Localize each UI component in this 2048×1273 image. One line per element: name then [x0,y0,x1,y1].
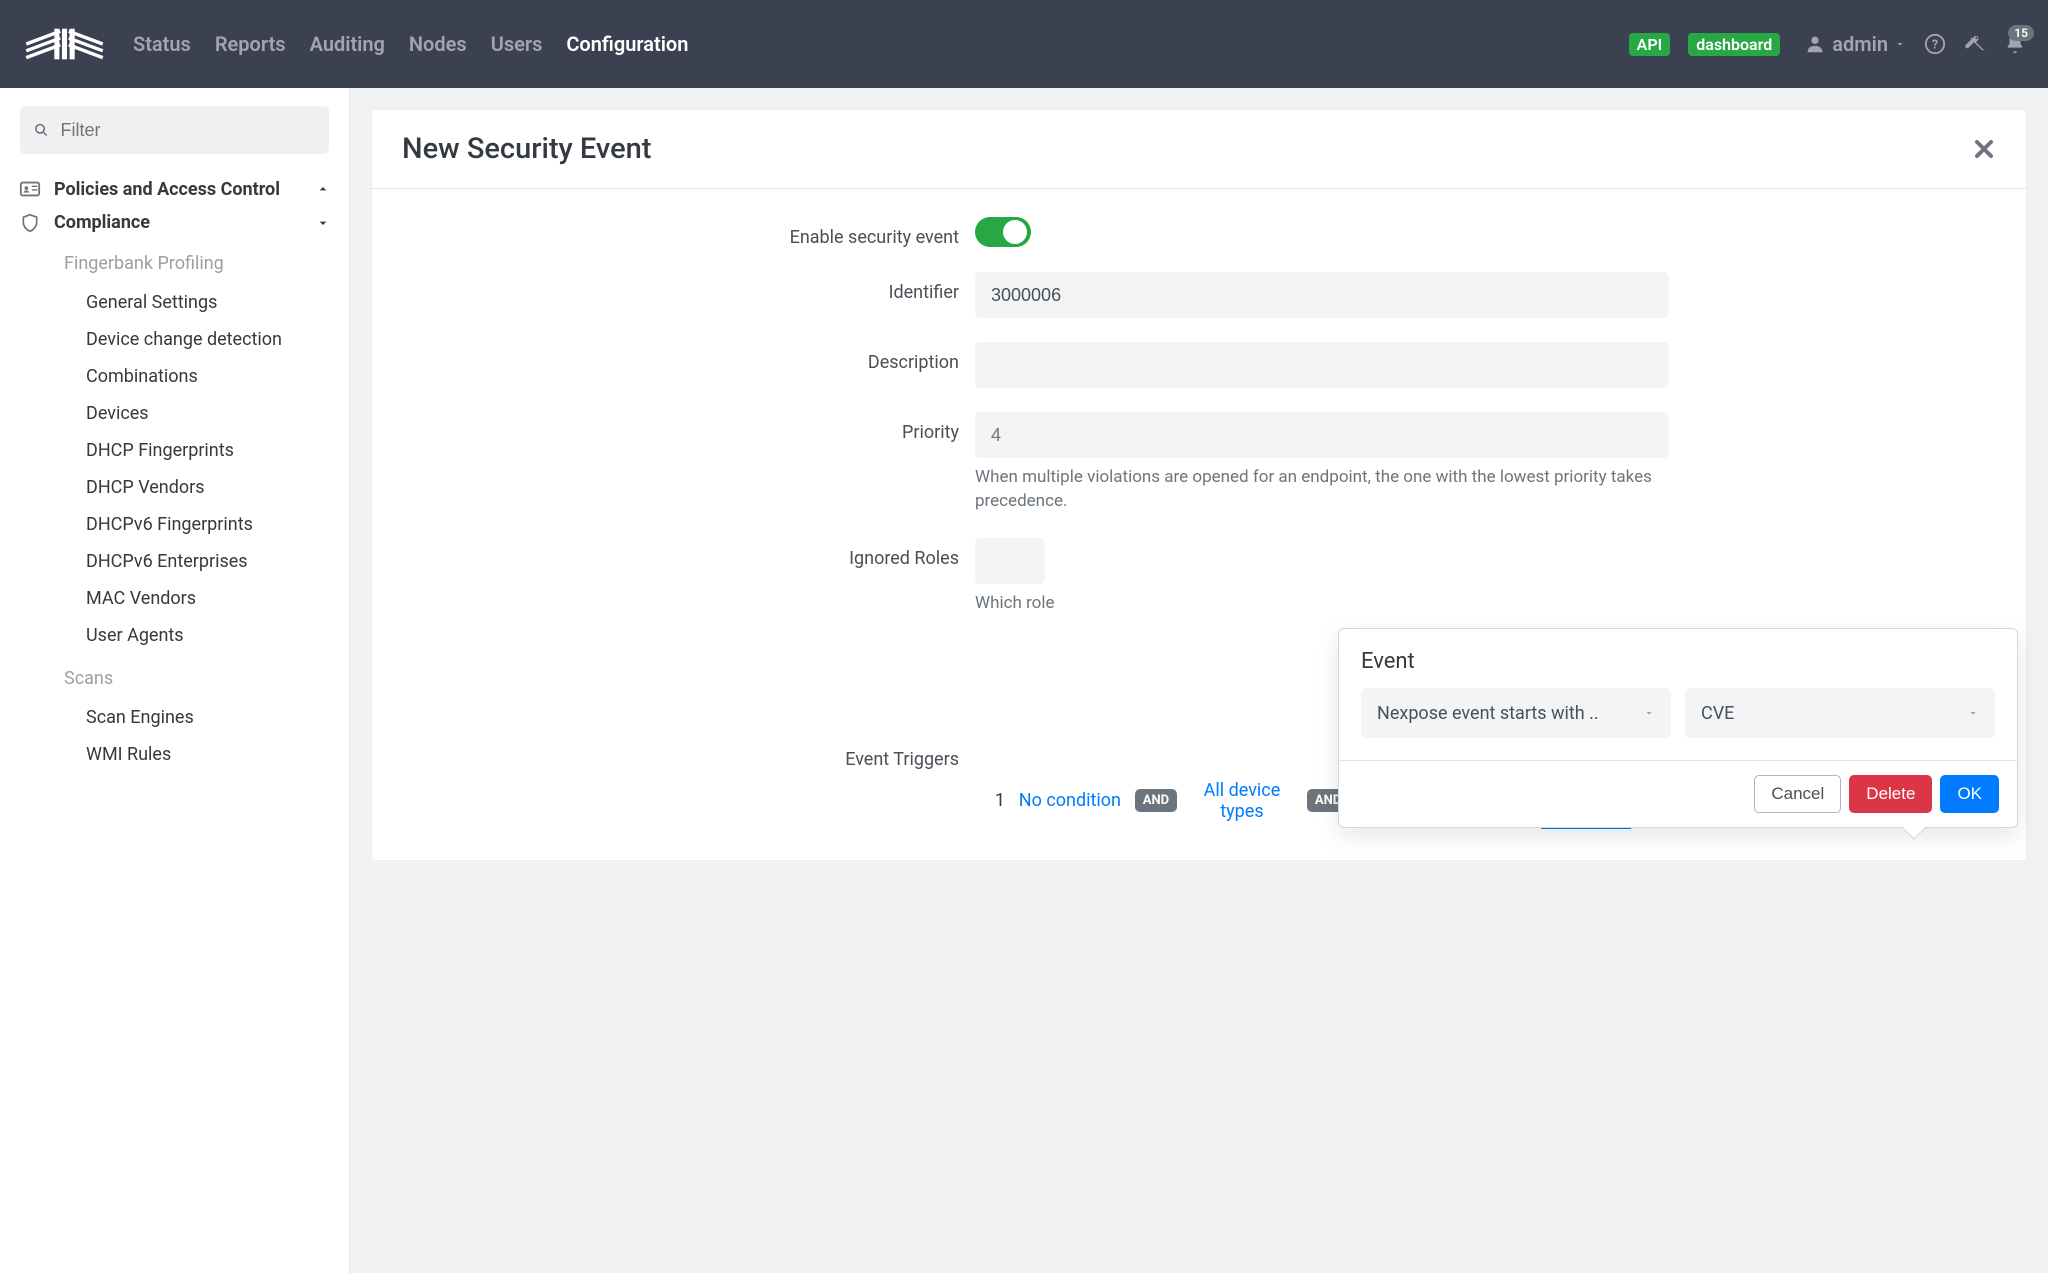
main: New Security Event Enable security event… [350,88,2048,1273]
trigger-device[interactable]: All device types [1187,780,1297,822]
enable-toggle[interactable] [975,217,1031,247]
sidebar-item[interactable]: Combinations [0,358,349,395]
dashboard-badge[interactable]: dashboard [1688,33,1780,56]
label-identifier: Identifier [729,272,959,303]
chevron-down-icon [1643,707,1655,719]
event-popover: Event Nexpose event starts with .. CVE C… [1338,628,2018,828]
id-card-icon [18,178,42,200]
nav-users[interactable]: Users [491,32,543,56]
nav-configuration[interactable]: Configuration [566,32,688,56]
sidebar-item[interactable]: DHCPv6 Enterprises [0,543,349,580]
bell-icon[interactable]: 15 [2004,33,2026,55]
api-badge[interactable]: API [1629,33,1671,56]
ignored-roles-input[interactable] [975,538,1045,584]
navbar: Status Reports Auditing Nodes Users Conf… [0,0,2048,88]
chevron-down-icon [1894,38,1906,50]
label-triggers: Event Triggers [729,639,959,770]
nav-reports[interactable]: Reports [215,32,286,56]
delete-button[interactable]: Delete [1849,775,1932,813]
trigger-number: 1 [975,790,1005,811]
sidebar-item[interactable]: Scan Engines [0,699,349,736]
priority-help: When multiple violations are opened for … [975,466,1669,514]
sidebar-subhead-fingerbank: Fingerbank Profiling [0,239,349,284]
nav-nodes[interactable]: Nodes [409,32,467,56]
svg-text:?: ? [1932,38,1938,53]
sidebar-item[interactable]: DHCP Fingerprints [0,432,349,469]
identifier-input[interactable] [975,272,1669,318]
nav-status[interactable]: Status [133,32,191,56]
ignored-help: Which role [975,592,1669,616]
and-pill: AND [1135,789,1177,812]
sidebar-section-pac[interactable]: Policies and Access Control [0,172,349,206]
sidebar-section-label: Policies and Access Control [54,179,303,200]
sidebar-item[interactable]: General Settings [0,284,349,321]
chevron-up-icon [315,181,331,197]
sidebar-item[interactable]: DHCP Vendors [0,469,349,506]
nav-links: Status Reports Auditing Nodes Users Conf… [133,32,688,56]
sidebar-item[interactable]: DHCPv6 Fingerprints [0,506,349,543]
nav-auditing[interactable]: Auditing [310,32,385,56]
event-type-select[interactable]: Nexpose event starts with .. [1361,688,1671,738]
filter-input-wrap[interactable] [20,106,329,154]
tools-icon[interactable] [1964,33,1986,55]
sidebar-item[interactable]: WMI Rules [0,736,349,773]
user-menu[interactable]: admin [1804,32,1906,56]
filter-input[interactable] [60,120,315,141]
label-priority: Priority [729,412,959,443]
cancel-button[interactable]: Cancel [1754,775,1841,813]
event-value-select[interactable]: CVE [1685,688,1995,738]
label-ignored: Ignored Roles [729,538,959,569]
help-icon[interactable]: ? [1924,33,1946,55]
shield-icon [18,213,42,233]
sidebar-item[interactable]: Devices [0,395,349,432]
trigger-condition[interactable]: No condition [1015,790,1125,811]
user-icon [1804,33,1826,55]
search-icon [34,122,48,138]
event-value: CVE [1701,703,1734,724]
sidebar-section-compliance[interactable]: Compliance [0,206,349,239]
popover-title: Event [1339,629,2017,688]
sidebar-item[interactable]: Device change detection [0,321,349,358]
sidebar-section-label: Compliance [54,212,303,233]
label-description: Description [729,342,959,373]
label-enable: Enable security event [729,217,959,248]
description-input[interactable] [975,342,1669,388]
sidebar-item[interactable]: User Agents [0,617,349,654]
close-icon[interactable] [1972,137,1996,161]
logo [22,17,107,71]
bell-count: 15 [2008,25,2034,41]
priority-input[interactable] [975,412,1669,458]
sidebar-subhead-scans: Scans [0,654,349,699]
sidebar-item[interactable]: MAC Vendors [0,580,349,617]
chevron-down-icon [1967,707,1979,719]
page-title: New Security Event [402,132,651,166]
ok-button[interactable]: OK [1940,775,1999,813]
event-type-value: Nexpose event starts with .. [1377,703,1599,724]
card-header: New Security Event [372,110,2026,189]
user-name: admin [1832,32,1888,56]
sidebar: Policies and Access Control Compliance F… [0,88,350,1273]
chevron-down-icon [315,215,331,231]
